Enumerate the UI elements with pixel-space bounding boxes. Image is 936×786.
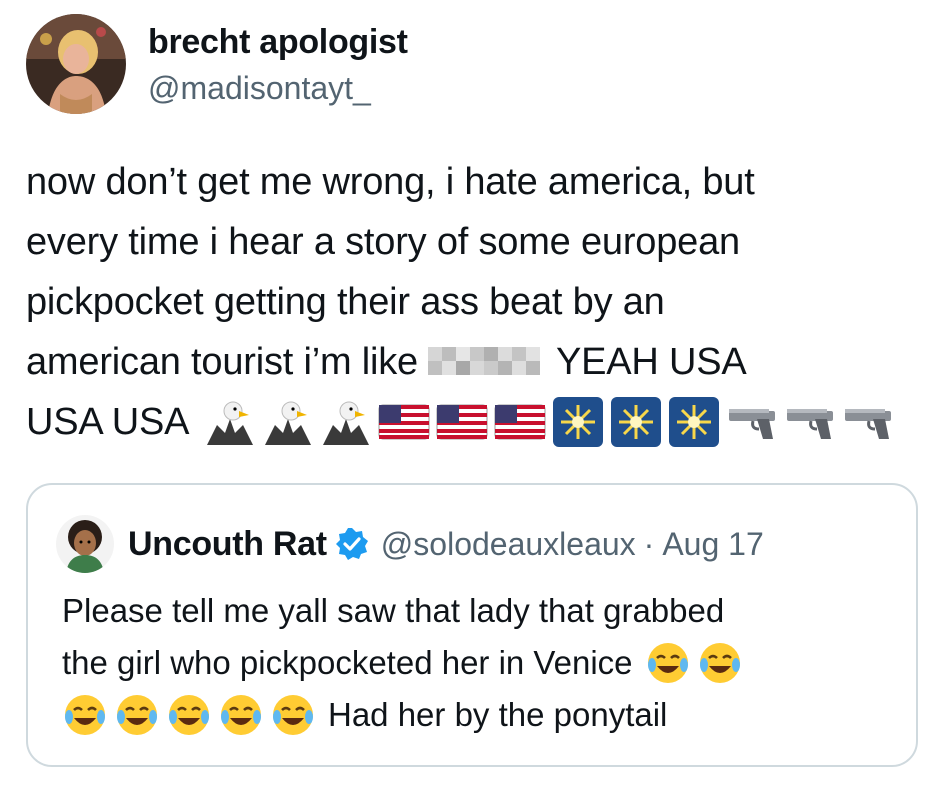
eagle-icon (261, 397, 315, 447)
quoted-tweet[interactable]: Uncouth Rat @solodeauxleaux · Aug 17 Ple… (26, 483, 918, 767)
us-flag-icon (377, 397, 431, 447)
meta-separator: · (643, 525, 655, 562)
face-with-tears-of-joy-icon (270, 692, 316, 738)
quoted-tweet-text: Please tell me yall saw that lady that g… (62, 585, 902, 741)
pixelated-emoji-icon (424, 341, 548, 383)
face-with-tears-of-joy-icon (62, 692, 108, 738)
quoted-text-line: Please tell me yall saw that lady that g… (62, 592, 725, 629)
emoji-row (203, 397, 895, 447)
face-with-tears-of-joy-icon (697, 640, 743, 686)
quoted-tweet-header: Uncouth Rat @solodeauxleaux · Aug 17 (56, 515, 764, 573)
fireworks-icon (609, 397, 663, 447)
pistol-icon (841, 397, 895, 447)
tweet-header: brecht apologist @madisontayt_ (26, 14, 408, 114)
face-with-tears-of-joy-icon (645, 640, 691, 686)
tweet-card: brecht apologist @madisontayt_ now don’t… (0, 0, 936, 786)
us-flag-icon (493, 397, 547, 447)
face-with-tears-of-joy-icon (218, 692, 264, 738)
eagle-icon (203, 397, 257, 447)
tweet-text-line: every time i hear a story of some europe… (26, 221, 740, 263)
tweet-text-line: pickpocket getting their ass beat by an (26, 281, 665, 323)
quoted-avatar[interactable] (56, 515, 114, 573)
display-name[interactable]: brecht apologist (148, 22, 408, 62)
eagle-icon (319, 397, 373, 447)
tweet-text-line: USA USA (26, 401, 190, 443)
quoted-display-name[interactable]: Uncouth Rat (128, 525, 327, 564)
us-flag-icon (435, 397, 489, 447)
quoted-text-line: Had her by the ponytail (328, 696, 668, 733)
tweet-text-line: now don’t get me wrong, i hate america, … (26, 161, 755, 203)
fireworks-icon (551, 397, 605, 447)
quoted-date[interactable]: Aug 17 (662, 526, 763, 563)
user-handle[interactable]: @madisontayt_ (148, 68, 408, 108)
tweet-text: now don’t get me wrong, i hate america, … (26, 152, 906, 452)
verified-badge-icon (335, 527, 369, 561)
pistol-icon (725, 397, 779, 447)
pistol-icon (783, 397, 837, 447)
face-with-tears-of-joy-icon (166, 692, 212, 738)
quoted-text-line: the girl who pickpocketed her in Venice (62, 644, 633, 681)
quoted-handle[interactable]: @solodeauxleaux (381, 526, 636, 563)
tweet-text-line: YEAH USA (556, 341, 747, 383)
avatar[interactable] (26, 14, 126, 114)
fireworks-icon (667, 397, 721, 447)
tweet-text-line: american tourist i’m like (26, 341, 418, 383)
face-with-tears-of-joy-icon (114, 692, 160, 738)
